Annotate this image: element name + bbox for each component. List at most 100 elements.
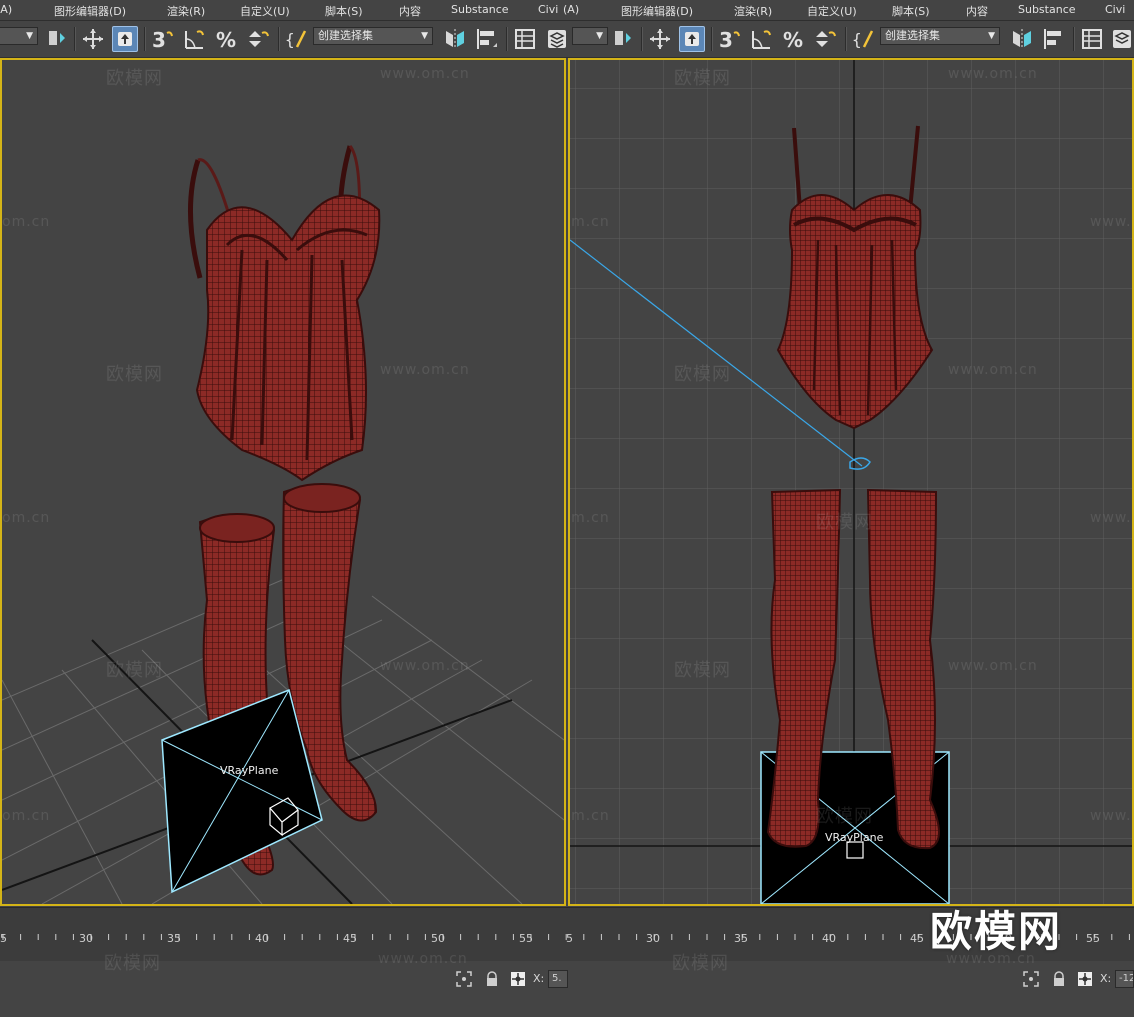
menu-item-animation[interactable]: (A) [0, 3, 12, 16]
edit-named-selection-icon[interactable]: { [284, 26, 310, 52]
front-viewport[interactable]: VRayPlane 欧模网 www.om.cn www.om.cn www.o … [568, 58, 1134, 906]
menu-item-substance-2[interactable]: Substance [1018, 3, 1076, 16]
watermark-logo: 欧模网 [816, 512, 873, 533]
timeline-tick-label: 5 [566, 932, 573, 945]
menu-item-graph-editors[interactable]: 图形编辑器(D) [54, 3, 126, 19]
selection-bracket-icon[interactable] [1023, 971, 1039, 987]
scene-explorer-icon[interactable] [512, 26, 538, 52]
watermark-url: www.om.cn [948, 658, 1038, 674]
watermark-url: www.om.cn [948, 66, 1038, 82]
move-icon-2[interactable] [647, 26, 673, 52]
snap-3d-icon-2[interactable]: 3 [717, 26, 743, 52]
align-icon[interactable] [474, 26, 500, 52]
layer-explorer-icon-2[interactable] [1109, 26, 1134, 52]
spinner-snap-icon[interactable] [246, 26, 272, 52]
watermark-url: om.cn [2, 808, 51, 824]
chevron-down-icon: ▼ [421, 31, 428, 41]
menu-item-content-2[interactable]: 内容 [966, 3, 988, 19]
chevron-down-icon: ▼ [596, 31, 603, 41]
timeline-tick-label: 55 [1086, 932, 1100, 945]
menu-item-civil[interactable]: Civi [538, 3, 558, 16]
menu-item-customize-2[interactable]: 自定义(U) [807, 3, 857, 19]
selection-bracket-icon[interactable] [456, 971, 472, 987]
named-selection-text: 创建选择集 [318, 29, 373, 42]
lock-icon[interactable] [484, 971, 500, 987]
menu-item-graph-editors-2[interactable]: 图形编辑器(D) [621, 3, 693, 19]
svg-text:3: 3 [719, 28, 733, 51]
watermark-url: www.om.cn [378, 951, 468, 967]
menu-item-animation-2[interactable]: (A) [563, 3, 579, 16]
align-icon-2[interactable] [1041, 26, 1067, 52]
x-coordinate-field[interactable]: 5. [548, 970, 568, 988]
menu-item-rendering[interactable]: 渲染(R) [167, 3, 205, 19]
select-object-icon-2[interactable] [679, 26, 705, 52]
watermark-logo: 欧模网 [106, 68, 163, 89]
watermark-url: www.om.cn [380, 362, 470, 378]
absolute-mode-icon[interactable] [510, 971, 526, 987]
select-and-link-icon-2[interactable] [610, 26, 636, 52]
watermark-url: www.om.cn [948, 362, 1038, 378]
timeline-tick-label: 55 [519, 932, 533, 945]
timeline-tick-label: 40 [822, 932, 836, 945]
x-coordinate-field[interactable]: -12 [1115, 970, 1134, 988]
toolbar-separator [1073, 27, 1075, 51]
menu-bar: (A) 图形编辑器(D) 渲染(R) 自定义(U) 脚本(S) 内容 Subst… [0, 0, 1134, 21]
named-selection-dropdown-2[interactable]: 创建选择集 ▼ [880, 27, 1000, 45]
toolbar-separator [278, 27, 280, 51]
menu-item-content[interactable]: 内容 [399, 3, 421, 19]
percent-snap-icon[interactable]: % [214, 26, 240, 52]
vray-plane-label: VRayPlane [825, 831, 884, 844]
watermark-logo: 欧模网 [816, 806, 873, 827]
filter-dropdown[interactable]: ▼ [0, 27, 38, 45]
front-scene [570, 60, 1132, 904]
svg-text:{: { [852, 30, 862, 49]
angle-snap-icon[interactable] [182, 26, 208, 52]
watermark-url: om.cn [2, 214, 51, 230]
menu-item-rendering-2[interactable]: 渲染(R) [734, 3, 772, 19]
toolbar-separator [144, 27, 146, 51]
lock-icon[interactable] [1051, 971, 1067, 987]
menu-item-substance[interactable]: Substance [451, 3, 509, 16]
spinner-snap-icon-2[interactable] [813, 26, 839, 52]
menu-item-customize[interactable]: 自定义(U) [240, 3, 290, 19]
snap-3d-icon[interactable]: 3 [150, 26, 176, 52]
menu-item-scripting-2[interactable]: 脚本(S) [892, 3, 930, 19]
menu-item-scripting[interactable]: 脚本(S) [325, 3, 363, 19]
timeline-tick-label: 30 [646, 932, 660, 945]
x-coordinate-label: X: [533, 972, 545, 985]
watermark-url: www.o [1090, 510, 1132, 526]
named-selection-dropdown[interactable]: 创建选择集 ▼ [313, 27, 433, 45]
toolbar-separator [74, 27, 76, 51]
absolute-mode-icon[interactable] [1077, 971, 1093, 987]
scene-explorer-icon-2[interactable] [1079, 26, 1105, 52]
perspective-viewport[interactable]: VRayPlane 欧模网 www.om.cn om.cn 欧模网 www.om… [0, 58, 566, 906]
watermark-url: www.o [1090, 214, 1132, 230]
chevron-down-icon: ▼ [26, 31, 33, 41]
timeline-tick-label: 50 [431, 932, 445, 945]
select-and-link-icon[interactable] [44, 26, 70, 52]
mirror-icon[interactable] [442, 26, 468, 52]
move-icon[interactable] [80, 26, 106, 52]
watermark-url: www.o [1090, 808, 1132, 824]
svg-text:%: % [216, 28, 236, 51]
layer-dropdown[interactable]: ▼ [572, 27, 608, 45]
angle-snap-icon-2[interactable] [749, 26, 775, 52]
named-selection-text-2: 创建选择集 [885, 29, 940, 42]
timeline-tick-label: 45 [910, 932, 924, 945]
timeline-tick-label: 45 [343, 932, 357, 945]
svg-text:{: { [285, 30, 295, 49]
mirror-icon-2[interactable] [1009, 26, 1035, 52]
select-object-icon[interactable] [112, 26, 138, 52]
menu-item-civil-2[interactable]: Civi [1105, 3, 1125, 16]
toolbar-separator [845, 27, 847, 51]
perspective-scene [2, 145, 564, 904]
status-bar: 欧模网 www.om.cn 欧模网 www.om.cn X: 5. X: -12 [0, 951, 1134, 1017]
layer-explorer-icon[interactable] [544, 26, 570, 52]
timeline-tick-label: 35 [734, 932, 748, 945]
timeline-tick-label: 40 [255, 932, 269, 945]
edit-named-selection-icon-2[interactable]: { [851, 26, 877, 52]
percent-snap-icon-2[interactable]: % [781, 26, 807, 52]
watermark-url: www.om.cn [570, 510, 610, 526]
brand-logo: 欧模网 [930, 907, 1063, 956]
watermark-url: www.om.cn [570, 808, 610, 824]
